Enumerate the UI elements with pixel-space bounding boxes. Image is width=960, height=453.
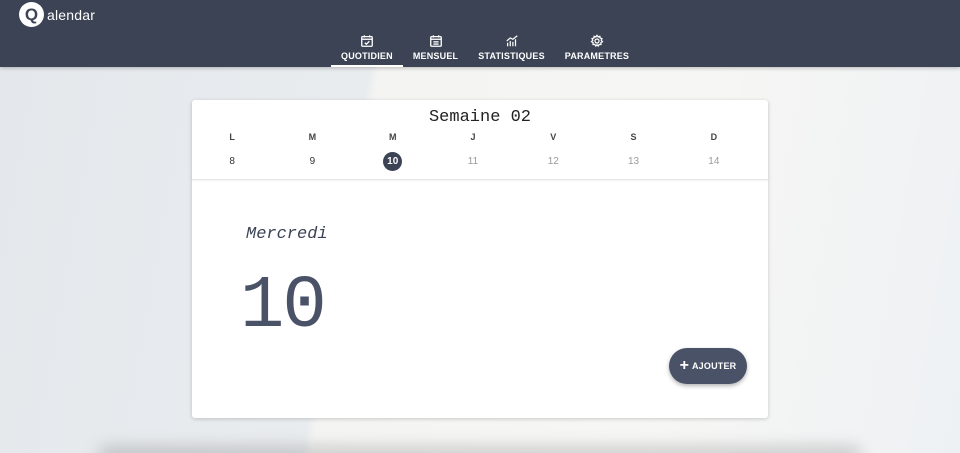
day-letter: L: [229, 132, 235, 142]
tab-label: PARAMETRES: [564, 51, 630, 61]
chart-icon: [505, 35, 518, 47]
day-letter: J: [470, 132, 476, 142]
tab-quotidien[interactable]: QUOTIDIEN: [331, 30, 403, 67]
tab-mensuel[interactable]: MENSUEL: [403, 30, 468, 67]
day-column: D 14: [674, 132, 754, 171]
gear-icon: [590, 34, 604, 48]
day-column: L 8: [192, 132, 272, 171]
day-letter: D: [710, 132, 718, 142]
top-bar: Q alendar QUOTIDIEN MENSUEL STATISTIQUES…: [0, 0, 960, 67]
week-days: L 8 M 9 M 10 J 11 V 12 S 13 D 14: [192, 132, 768, 171]
day-letter: M: [308, 132, 317, 142]
day-number-button[interactable]: 11: [463, 152, 482, 171]
tab-parametres[interactable]: PARAMETRES: [555, 30, 639, 67]
day-number-button[interactable]: 8: [223, 152, 242, 171]
day-number-button[interactable]: 13: [624, 152, 643, 171]
day-column: J 11: [433, 132, 513, 171]
day-letter: S: [630, 132, 637, 142]
week-header: Semaine 02 L 8 M 9 M 10 J 11 V 12 S 13 D…: [192, 100, 768, 180]
logo-text: alendar: [47, 6, 96, 23]
plus-icon: +: [679, 357, 689, 374]
day-card: Semaine 02 L 8 M 9 M 10 J 11 V 12 S 13 D…: [192, 100, 768, 418]
day-column: M 10: [353, 132, 433, 171]
calendar-month-icon: [429, 35, 442, 47]
tab-label: QUOTIDIEN: [341, 51, 393, 61]
week-title: Semaine 02: [428, 108, 532, 127]
bottom-shadow: [100, 447, 860, 453]
day-column: V 12: [513, 132, 593, 171]
day-column: M 9: [272, 132, 352, 171]
day-number-button[interactable]: 14: [704, 152, 723, 171]
main-nav: QUOTIDIEN MENSUEL STATISTIQUES PARAMETRE…: [331, 30, 639, 67]
tab-label: MENSUEL: [412, 51, 459, 61]
app-logo[interactable]: Q alendar: [19, 2, 95, 27]
logo-badge: Q: [19, 2, 44, 27]
add-button[interactable]: + AJOUTER: [669, 348, 747, 384]
day-number-button[interactable]: 9: [303, 152, 322, 171]
day-letter: M: [388, 132, 397, 142]
selected-day-number: 10: [240, 265, 327, 349]
add-button-label: AJOUTER: [691, 361, 737, 371]
day-number-button[interactable]: 12: [544, 152, 563, 171]
tab-label: STATISTIQUES: [478, 51, 545, 61]
tab-statistiques[interactable]: STATISTIQUES: [468, 30, 555, 67]
day-column: S 13: [593, 132, 673, 171]
selected-day-name: Mercredi: [246, 225, 328, 244]
day-number-button-selected[interactable]: 10: [383, 152, 403, 171]
calendar-check-icon: [361, 35, 373, 47]
day-letter: V: [550, 132, 557, 142]
